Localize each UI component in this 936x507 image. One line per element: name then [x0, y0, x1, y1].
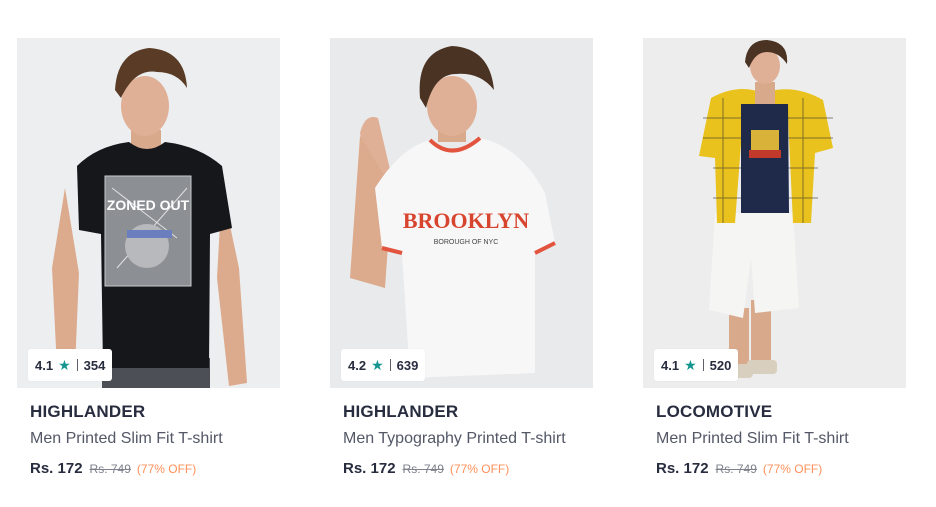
rating-count: 354: [83, 357, 106, 373]
price-row: Rs. 172 Rs. 749 (77% OFF): [343, 460, 509, 477]
rating-value: 4.2: [348, 357, 367, 373]
product-title: Men Printed Slim Fit T-shirt: [30, 430, 223, 447]
star-icon: ★: [58, 357, 71, 373]
product-brand: LOCOMOTIVE: [656, 402, 773, 421]
rating-badge: 4.1 ★ 354: [28, 349, 113, 381]
model-photo: ZONED OUT: [52, 48, 247, 388]
rating-divider: [76, 359, 78, 371]
product-image[interactable]: 4.1 ★ 520: [643, 38, 906, 388]
price-row: Rs. 172 Rs. 749 (77% OFF): [656, 460, 822, 477]
product-brand: HIGHLANDER: [343, 402, 459, 421]
product-mrp: Rs. 749: [402, 462, 444, 476]
model-photo: BROOKLYN BOROUGH OF NYC: [350, 46, 556, 378]
product-brand: HIGHLANDER: [30, 402, 146, 421]
rating-value: 4.1: [661, 357, 680, 373]
product-discount: (77% OFF): [449, 462, 510, 476]
rating-badge: 4.1 ★ 520: [654, 349, 739, 381]
product-card[interactable]: BROOKLYN BOROUGH OF NYC 4.2 ★ 639 HIGHLA…: [330, 38, 593, 498]
product-title: Men Printed Slim Fit T-shirt: [656, 430, 849, 447]
product-title: Men Typography Printed T-shirt: [343, 430, 566, 447]
model-photo: [699, 40, 833, 378]
rating-divider: [389, 359, 391, 371]
print-subtext: BOROUGH OF NYC: [434, 239, 499, 246]
product-price: Rs. 172: [343, 460, 396, 477]
rating-badge: 4.2 ★ 639: [341, 349, 426, 381]
rating-value: 4.1: [35, 357, 54, 373]
product-card[interactable]: 4.1 ★ 520 LOCOMOTIVE Men Printed Slim Fi…: [643, 38, 906, 498]
star-icon: ★: [371, 357, 384, 373]
product-grid: ZONED OUT 4.1 ★ 354 HIGHLANDER Men Print…: [0, 0, 936, 507]
product-mrp: Rs. 749: [715, 462, 757, 476]
product-discount: (77% OFF): [136, 462, 197, 476]
product-image[interactable]: ZONED OUT 4.1 ★ 354: [17, 38, 280, 388]
product-card[interactable]: ZONED OUT 4.1 ★ 354 HIGHLANDER Men Print…: [17, 38, 280, 498]
rating-divider: [702, 359, 704, 371]
print-text: ZONED OUT: [107, 197, 190, 213]
print-text: BROOKLYN: [403, 208, 529, 233]
product-discount: (77% OFF): [762, 462, 823, 476]
star-icon: ★: [684, 357, 697, 373]
rating-count: 520: [709, 357, 732, 373]
price-row: Rs. 172 Rs. 749 (77% OFF): [30, 460, 196, 477]
product-image[interactable]: BROOKLYN BOROUGH OF NYC 4.2 ★ 639: [330, 38, 593, 388]
product-price: Rs. 172: [656, 460, 709, 477]
product-price: Rs. 172: [30, 460, 83, 477]
product-mrp: Rs. 749: [89, 462, 131, 476]
rating-count: 639: [396, 357, 419, 373]
